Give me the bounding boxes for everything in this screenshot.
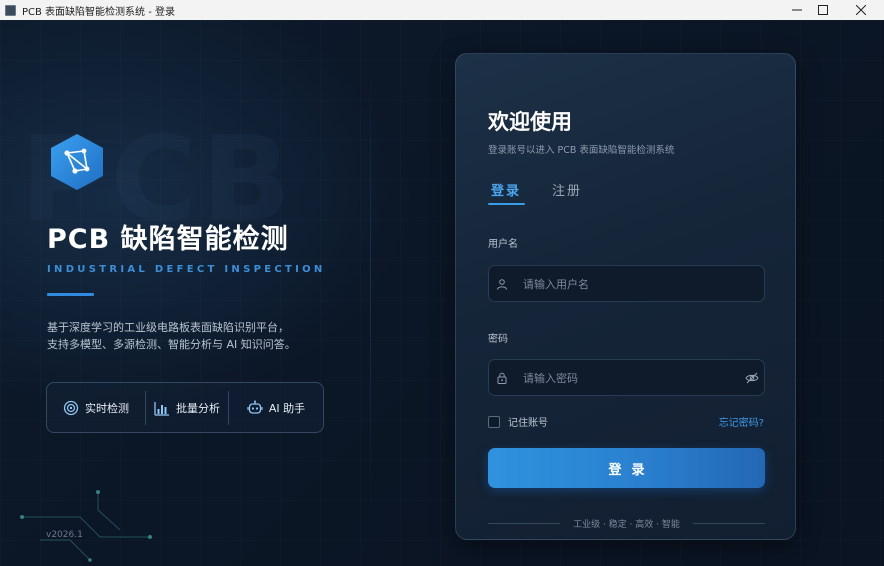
window-title: PCB 表面缺陷智能检测系统 - 登录 [22,6,176,18]
close-button[interactable] [844,0,878,20]
feature-label: 实时检测 [85,401,129,415]
brand-accent-bar [47,293,94,296]
target-icon [63,400,79,416]
logo-icon [51,134,103,190]
brand-description-line1: 基于深度学习的工业级电路板表面缺陷识别平台， [47,321,289,334]
footer-tagline: 工业级 · 稳定 · 高效 · 智能 [573,520,680,530]
login-button-label: 登录 [608,462,655,478]
circuit-decoration [20,490,152,562]
brand-subtitle: INDUSTRIAL DEFECT INSPECTION [47,264,326,275]
maximize-button[interactable] [806,0,840,20]
password-placeholder: 请输入密码 [523,371,578,385]
feature-list: 实时检测 批量分析 AI 助手 [46,382,324,433]
password-label: 密码 [488,334,508,345]
minimize-icon [792,9,802,11]
maximize-icon [818,5,828,15]
username-label: 用户名 [488,239,518,250]
robot-icon [247,400,263,416]
window-titlebar: PCB 表面缺陷智能检测系统 - 登录 [0,0,884,21]
brand-description-line2: 支持多模型、多源检测、智能分析与 AI 知识问答。 [47,338,296,351]
remember-checkbox[interactable] [488,415,500,428]
main-area: PCB PCB 缺陷智能检测 INDUSTRIAL DEFECT INSPECT… [0,20,884,566]
version-label: v2026.1 [46,530,83,540]
feature-label: 批量分析 [176,401,220,415]
tab-register[interactable]: 注册 [552,180,582,199]
password-input[interactable]: 请输入密码 [488,359,765,396]
login-button[interactable]: 登录 [488,448,765,488]
remember-label: 记住账号 [508,418,548,429]
username-input[interactable]: 请输入用户名 [488,265,765,302]
user-icon [495,277,509,291]
close-icon [856,5,866,15]
feature-realtime: 实时检测 [47,383,145,432]
panel-divider [370,60,371,520]
username-placeholder: 请输入用户名 [523,277,589,291]
forgot-password-link[interactable]: 忘记密码? [719,414,764,429]
app-icon [5,4,16,16]
login-title: 欢迎使用 [488,110,572,134]
brand-title: PCB 缺陷智能检测 [47,224,289,255]
bar-chart-icon [154,400,170,416]
active-tab-indicator [488,203,525,205]
eye-off-icon[interactable] [745,371,759,385]
lock-icon [495,371,509,385]
tab-login[interactable]: 登录 [491,180,521,199]
brand-description: 基于深度学习的工业级电路板表面缺陷识别平台， 支持多模型、多源检测、智能分析与 … [47,319,296,353]
login-subtitle: 登录账号以进入 PCB 表面缺陷智能检测系统 [488,145,675,156]
feature-label: AI 助手 [268,401,306,415]
remember-account[interactable]: 记住账号 [488,414,548,429]
feature-batch: 批量分析 [146,383,228,432]
feature-ai: AI 助手 [229,383,323,432]
login-card: 欢迎使用 登录账号以进入 PCB 表面缺陷智能检测系统 登录 注册 用户名 请输… [455,53,796,540]
